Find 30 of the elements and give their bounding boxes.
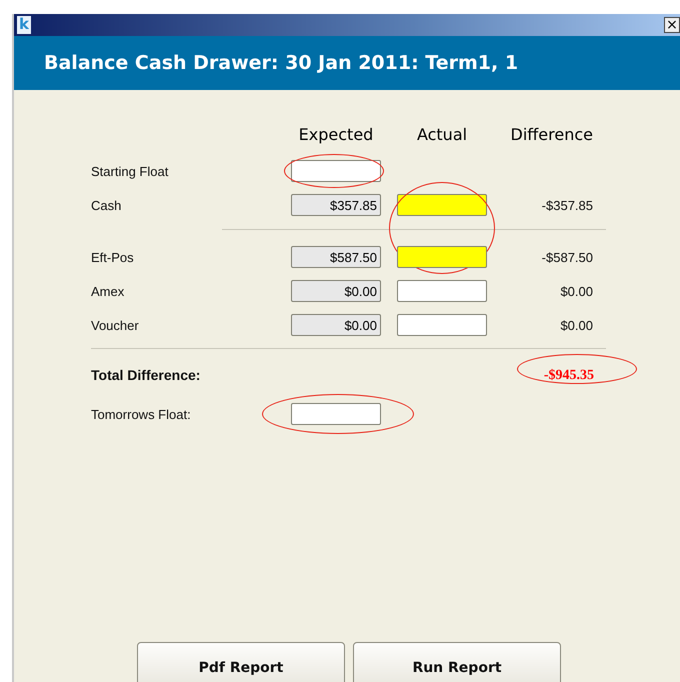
app-icon: k: [17, 16, 31, 34]
row-label: Eft-Pos: [91, 250, 135, 264]
expected-field[interactable]: $357.85: [291, 194, 381, 216]
column-header: Difference: [510, 124, 593, 144]
row-label: Starting Float: [91, 164, 170, 178]
actual-field[interactable]: [397, 194, 487, 216]
row-label: Tomorrows Float:: [91, 406, 192, 422]
difference-value: -$587.50: [542, 250, 593, 264]
actual-field[interactable]: [397, 280, 487, 302]
report-button[interactable]: Pdf Report: [137, 642, 345, 682]
row-label: Voucher: [91, 318, 140, 332]
column-header: Expected: [298, 124, 374, 144]
report-button[interactable]: Run Report: [353, 642, 561, 682]
row-label: Cash: [91, 198, 122, 212]
difference-value: -$357.85: [542, 198, 593, 212]
tomorrow-float-field[interactable]: [291, 403, 381, 425]
close-button[interactable]: ×: [664, 17, 680, 33]
window-title: Balance Cash Drawer: 30 Jan 2011: Term1, 1: [44, 52, 518, 74]
column-header: Actual: [416, 124, 468, 144]
difference-value: $0.00: [560, 318, 593, 332]
difference-value: $0.00: [560, 284, 593, 298]
expected-field[interactable]: $0.00: [291, 280, 381, 302]
total-value: -$945.35: [544, 368, 594, 382]
total-label: Total Difference:: [91, 367, 202, 383]
expected-field[interactable]: $0.00: [291, 314, 381, 336]
actual-field[interactable]: [397, 314, 487, 336]
expected-field[interactable]: $587.50: [291, 246, 381, 268]
row-label: Amex: [91, 284, 126, 298]
actual-field[interactable]: [397, 246, 487, 268]
expected-field[interactable]: [291, 160, 381, 182]
